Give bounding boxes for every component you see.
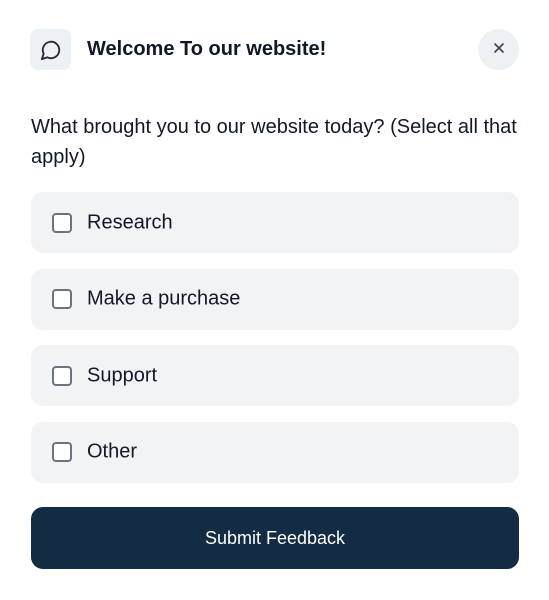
checkbox[interactable] bbox=[52, 365, 72, 386]
option-label: Make a purchase bbox=[87, 287, 241, 310]
option-label: Research bbox=[87, 211, 173, 233]
feedback-dialog: Welcome To our website! What brought you… bbox=[0, 0, 549, 600]
checkbox[interactable] bbox=[52, 442, 72, 462]
option-research[interactable]: Research bbox=[31, 192, 519, 253]
dialog-title: Welcome To our website! bbox=[87, 38, 327, 60]
close-button[interactable] bbox=[478, 29, 519, 70]
checkbox[interactable] bbox=[52, 212, 72, 233]
option-other[interactable]: Other bbox=[31, 421, 519, 483]
chat-bubble-icon bbox=[30, 29, 71, 70]
close-icon bbox=[493, 41, 505, 59]
option-label: Support bbox=[87, 364, 158, 386]
dialog-header: Welcome To our website! bbox=[30, 29, 519, 71]
submit-feedback-button[interactable]: Submit Feedback bbox=[31, 507, 519, 569]
option-label: Other bbox=[87, 440, 138, 463]
options-list: Research Make a purchase Support Other bbox=[31, 192, 519, 498]
option-support[interactable]: Support bbox=[31, 345, 519, 406]
checkbox[interactable] bbox=[52, 289, 72, 309]
option-make-a-purchase[interactable]: Make a purchase bbox=[31, 268, 519, 330]
survey-question: What brought you to our website today? (… bbox=[31, 116, 517, 168]
